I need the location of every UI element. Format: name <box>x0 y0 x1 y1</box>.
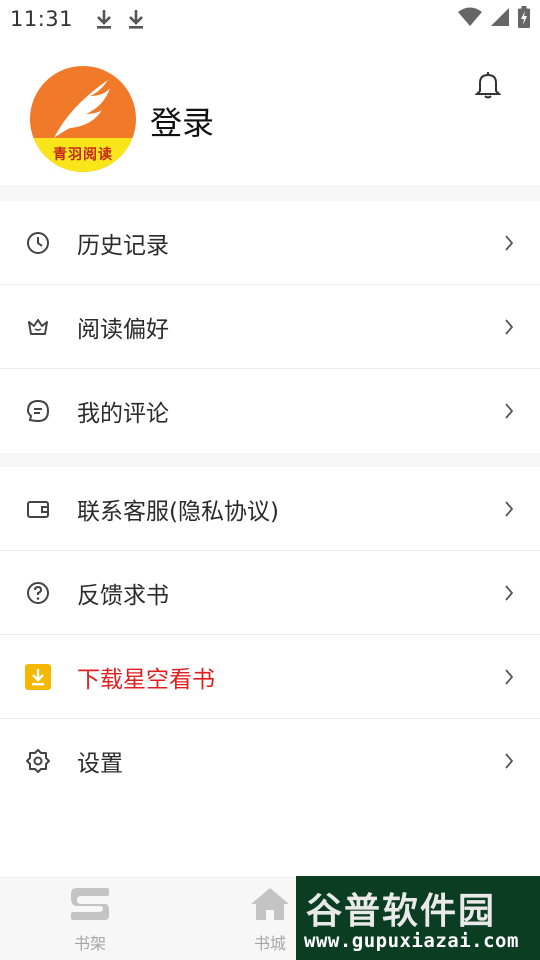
menu-item-download-app[interactable]: 下载星空看书 <box>0 635 540 719</box>
watermark-url: www.gupuxiazai.com <box>304 930 519 952</box>
chevron-right-icon <box>505 403 514 419</box>
chevron-right-icon <box>505 235 514 251</box>
download-box-icon <box>25 663 51 690</box>
clock-icon <box>25 230 51 256</box>
comment-icon <box>25 398 51 424</box>
status-icons <box>458 6 530 32</box>
chevron-right-icon <box>505 319 514 335</box>
menu-item-label: 反馈求书 <box>77 582 169 609</box>
menu-item-settings[interactable]: 设置 <box>0 719 540 803</box>
watermark-title: 谷普软件园 <box>306 891 497 932</box>
crown-icon <box>25 314 51 340</box>
status-time: 11:31 <box>10 7 74 31</box>
section-divider <box>0 185 540 201</box>
status-downloads <box>95 8 145 30</box>
download-icon <box>127 8 145 30</box>
question-icon <box>25 580 51 606</box>
menu-item-label: 设置 <box>77 751 123 777</box>
chevron-right-icon <box>505 585 514 601</box>
home-icon <box>251 888 289 920</box>
menu-item-feedback[interactable]: 反馈求书 <box>0 551 540 635</box>
bookshelf-icon <box>71 888 109 920</box>
wifi-icon <box>458 7 482 31</box>
menu-item-label: 我的评论 <box>77 401 169 427</box>
menu-group-primary: 历史记录 阅读偏好 我的评论 <box>0 201 540 453</box>
battery-icon <box>518 6 530 32</box>
menu-group-secondary: 联系客服(隐私协议) 反馈求书 下载星空看书 设置 <box>0 467 540 803</box>
section-divider <box>0 453 540 467</box>
chevron-right-icon <box>505 753 514 769</box>
status-bar: 11:31 <box>0 0 540 38</box>
signal-icon <box>490 7 510 31</box>
menu-item-customer-service[interactable]: 联系客服(隐私协议) <box>0 467 540 551</box>
watermark: 谷普软件园 www.gupuxiazai.com <box>296 876 540 960</box>
nav-item-bookshelf[interactable]: 书架 <box>45 886 135 954</box>
nav-label: 书架 <box>73 934 106 953</box>
chevron-right-icon <box>505 669 514 685</box>
avatar-logo-text: 青羽阅读 <box>53 147 113 163</box>
menu-item-label: 下载星空看书 <box>77 666 215 693</box>
menu-item-my-comments[interactable]: 我的评论 <box>0 369 540 453</box>
menu-item-reading-preference[interactable]: 阅读偏好 <box>0 285 540 369</box>
avatar[interactable]: 青羽阅读 <box>30 66 136 172</box>
chevron-right-icon <box>505 501 514 517</box>
bell-icon[interactable] <box>474 70 502 100</box>
login-link[interactable]: 登录 <box>150 98 214 144</box>
gear-icon <box>25 748 51 774</box>
menu-item-label: 历史记录 <box>77 232 169 259</box>
profile-header: 青羽阅读 登录 <box>0 60 540 182</box>
menu-item-history[interactable]: 历史记录 <box>0 201 540 285</box>
download-icon <box>95 8 113 30</box>
menu-item-label: 联系客服(隐私协议) <box>77 498 279 525</box>
wallet-icon <box>25 496 51 522</box>
menu-item-label: 阅读偏好 <box>77 316 169 343</box>
